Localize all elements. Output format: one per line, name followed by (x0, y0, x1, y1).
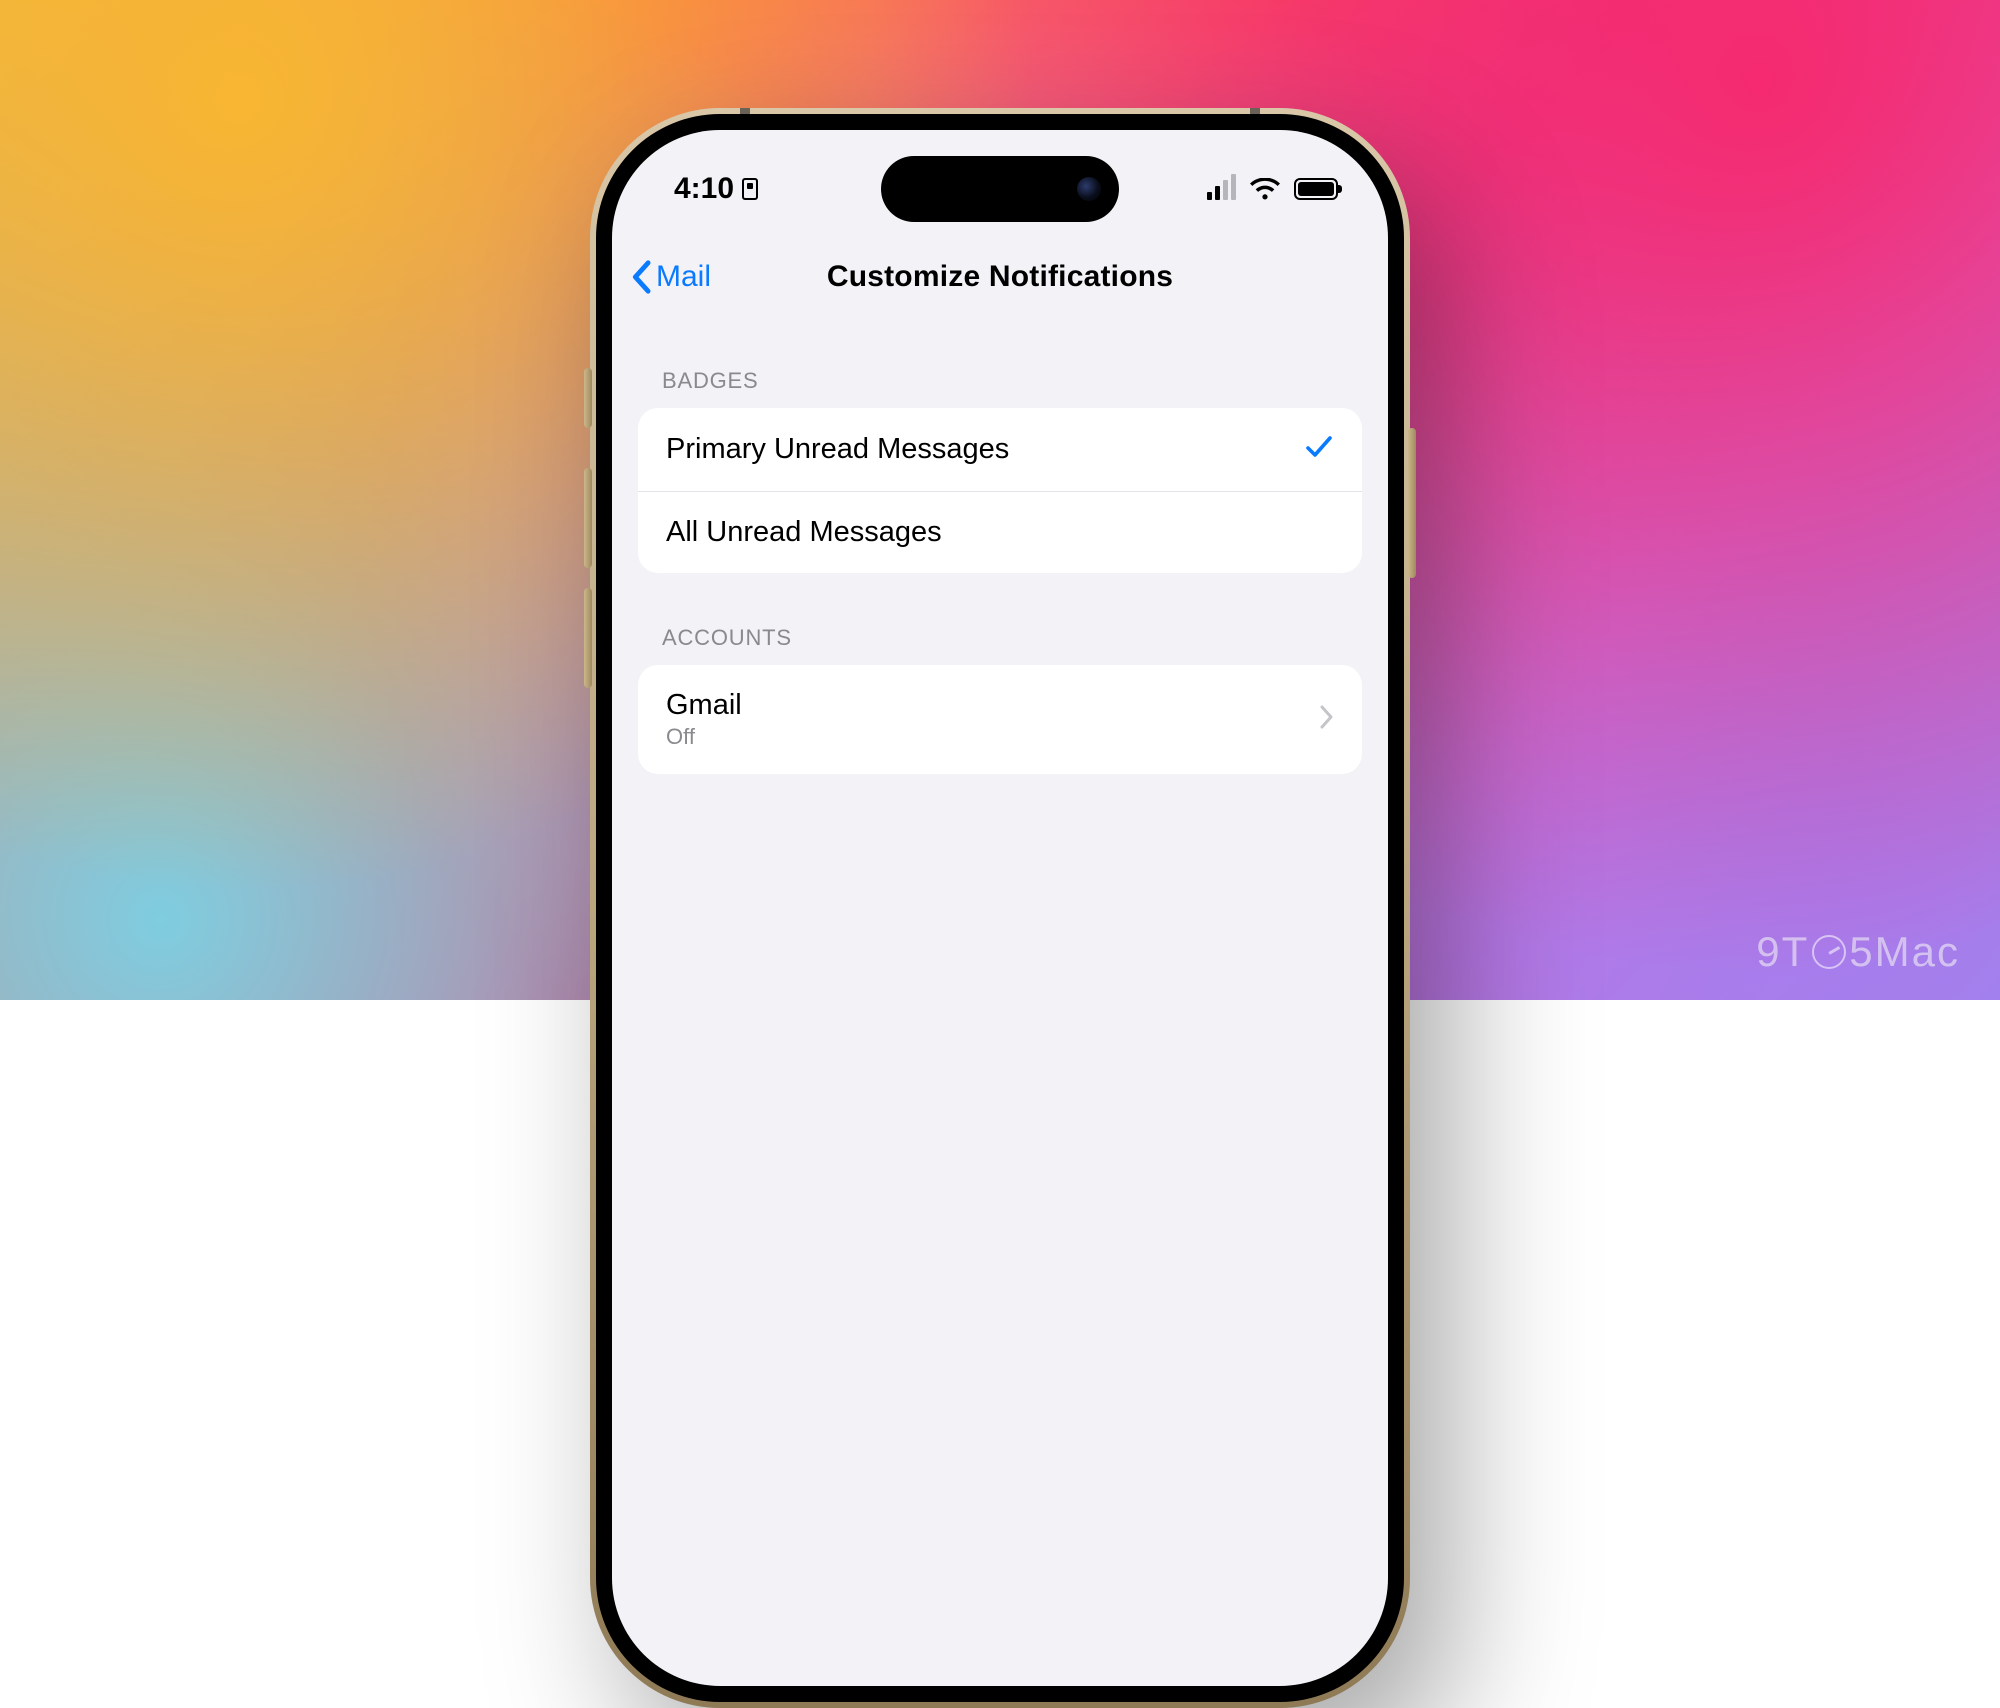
volume-down-button (584, 588, 592, 688)
clock-icon (1809, 932, 1849, 972)
sim-icon (742, 178, 758, 200)
dynamic-island (881, 156, 1119, 222)
status-time: 4:10 (674, 172, 734, 206)
volume-up-button (584, 468, 592, 568)
cellular-icon (1207, 178, 1236, 200)
checkmark-icon (1304, 432, 1334, 467)
badge-option-primary[interactable]: Primary Unread Messages (638, 408, 1362, 491)
side-button (584, 368, 592, 428)
badges-group: Primary Unread Messages All Unread Messa… (638, 408, 1362, 573)
account-row-gmail[interactable]: Gmail Off (638, 665, 1362, 774)
chevron-left-icon (630, 260, 652, 294)
accounts-group: Gmail Off (638, 665, 1362, 774)
power-button (1408, 428, 1416, 578)
section-header-badges: BADGES (612, 316, 1388, 408)
settings-content: BADGES Primary Unread Messages All Unrea… (612, 316, 1388, 1686)
iphone-frame: 4:10 Mail Customize Notifications (590, 108, 1410, 1708)
option-label: All Unread Messages (666, 516, 942, 549)
watermark-9to5mac: 9T 5Mac (1756, 928, 1960, 976)
account-status: Off (666, 724, 742, 750)
back-label: Mail (656, 260, 711, 294)
navigation-bar: Mail Customize Notifications (612, 238, 1388, 316)
page-title: Customize Notifications (827, 260, 1173, 294)
badge-option-all[interactable]: All Unread Messages (638, 491, 1362, 573)
option-label: Primary Unread Messages (666, 433, 1009, 466)
back-button[interactable]: Mail (630, 238, 711, 316)
chevron-right-icon (1320, 705, 1334, 734)
wifi-icon (1250, 178, 1280, 200)
screen: 4:10 Mail Customize Notifications (612, 130, 1388, 1686)
section-header-accounts: ACCOUNTS (612, 573, 1388, 665)
watermark-left: 9T (1756, 928, 1809, 976)
battery-icon (1294, 178, 1338, 200)
watermark-right: 5Mac (1849, 928, 1960, 976)
account-name: Gmail (666, 689, 742, 722)
front-camera-icon (1077, 177, 1101, 201)
